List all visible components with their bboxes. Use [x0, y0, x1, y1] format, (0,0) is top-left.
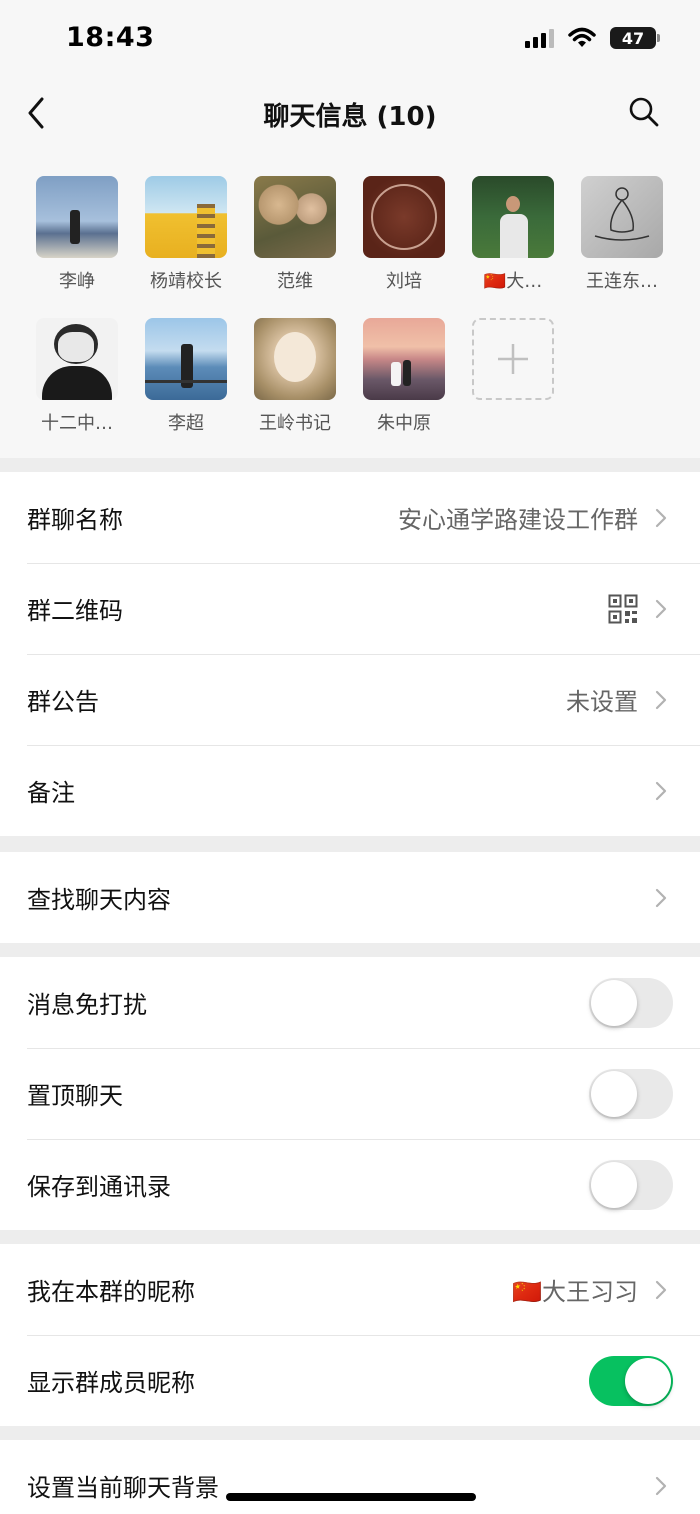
save-contacts-row: 保存到通讯录	[0, 1139, 700, 1230]
chevron-right-icon	[655, 599, 667, 618]
member-name: 刘培	[386, 271, 422, 292]
chevron-right-icon	[655, 508, 667, 527]
announcement-label: 群公告	[27, 688, 99, 716]
chevron-right-icon	[655, 888, 667, 907]
member-item[interactable]: 王岭书记	[245, 318, 345, 435]
member-item[interactable]: 李超	[136, 318, 236, 435]
search-section: 查找聊天内容	[0, 852, 700, 943]
member-avatar[interactable]	[36, 176, 118, 258]
show-nicknames-label: 显示群成员昵称	[27, 1369, 195, 1397]
toggle-knob	[625, 1357, 671, 1404]
member-name: 李超	[168, 413, 204, 434]
member-item[interactable]: 刘培	[354, 176, 454, 293]
battery-level: 47	[621, 28, 645, 48]
my-nickname-value: 🇨🇳大王习习	[512, 1278, 638, 1306]
member-item[interactable]: 朱中原	[354, 318, 454, 435]
search-icon[interactable]	[628, 96, 660, 128]
show-nicknames-toggle[interactable]	[589, 1355, 673, 1406]
pin-label: 置顶聊天	[27, 1082, 123, 1110]
member-name: 李峥	[59, 271, 95, 292]
chevron-right-icon	[655, 690, 667, 709]
member-avatar[interactable]	[581, 176, 663, 258]
status-icons: 47	[525, 26, 660, 50]
save-contacts-label: 保存到通讯录	[27, 1173, 171, 1201]
pin-row: 置顶聊天	[0, 1048, 700, 1139]
chevron-right-icon	[655, 1476, 667, 1495]
member-name: 🇨🇳大…	[483, 271, 543, 292]
status-time: 18:43	[66, 22, 155, 53]
mute-label: 消息免打扰	[27, 991, 147, 1019]
group-info-section: 群聊名称 安心通学路建设工作群 群二维码 群公告 未设置 备注	[0, 472, 700, 836]
announcement-row[interactable]: 群公告 未设置	[0, 654, 700, 745]
mute-toggle[interactable]	[589, 977, 673, 1028]
member-name: 十二中…	[41, 413, 113, 434]
cellular-signal-icon	[525, 28, 554, 48]
member-item[interactable]: 王连东…	[572, 176, 672, 293]
toggle-knob	[591, 979, 637, 1026]
member-item[interactable]: 十二中…	[27, 318, 127, 435]
group-name-value: 安心通学路建设工作群	[398, 506, 638, 534]
announcement-value: 未设置	[566, 688, 638, 716]
member-avatar[interactable]	[472, 176, 554, 258]
remark-label: 备注	[27, 779, 75, 807]
group-name-row[interactable]: 群聊名称 安心通学路建设工作群	[0, 472, 700, 563]
home-indicator	[226, 1493, 476, 1501]
qr-code-icon	[608, 594, 638, 623]
member-avatar[interactable]	[363, 318, 445, 400]
mute-row: 消息免打扰	[0, 957, 700, 1048]
remark-row[interactable]: 备注	[0, 745, 700, 836]
member-name: 王连东…	[586, 271, 658, 292]
nickname-section: 我在本群的昵称 🇨🇳大王习习 显示群成员昵称	[0, 1244, 700, 1426]
member-avatar[interactable]	[254, 176, 336, 258]
member-item[interactable]: 🇨🇳大…	[463, 176, 563, 293]
member-avatar[interactable]	[145, 318, 227, 400]
search-history-row[interactable]: 查找聊天内容	[0, 852, 700, 943]
qr-code-label: 群二维码	[27, 597, 123, 625]
member-name: 王岭书记	[259, 413, 331, 434]
chevron-right-icon	[655, 781, 667, 800]
toggle-knob	[591, 1161, 637, 1208]
my-nickname-row[interactable]: 我在本群的昵称 🇨🇳大王习习	[0, 1244, 700, 1335]
chevron-right-icon	[655, 1280, 667, 1299]
member-item[interactable]: 李峥	[27, 176, 127, 293]
member-item[interactable]: 杨靖校长	[136, 176, 236, 293]
member-item[interactable]: 范维	[245, 176, 345, 293]
wifi-icon	[568, 27, 596, 47]
member-name: 杨靖校长	[150, 271, 222, 292]
member-avatar[interactable]	[145, 176, 227, 258]
background-section: 设置当前聊天背景	[0, 1440, 700, 1514]
group-name-label: 群聊名称	[27, 506, 123, 534]
battery-icon: 47	[610, 27, 660, 49]
my-nickname-label: 我在本群的昵称	[27, 1278, 195, 1306]
member-avatar[interactable]	[363, 176, 445, 258]
plus-icon	[498, 344, 528, 374]
save-contacts-toggle[interactable]	[589, 1159, 673, 1210]
search-history-label: 查找聊天内容	[27, 886, 171, 914]
page-title: 聊天信息 (10)	[263, 102, 437, 132]
pin-toggle[interactable]	[589, 1068, 673, 1119]
member-avatar[interactable]	[254, 318, 336, 400]
member-name: 朱中原	[377, 413, 431, 434]
toggle-knob	[591, 1070, 637, 1117]
background-row[interactable]: 设置当前聊天背景	[0, 1440, 700, 1514]
show-nicknames-row: 显示群成员昵称	[0, 1335, 700, 1426]
qr-code-row[interactable]: 群二维码	[0, 563, 700, 654]
member-avatar[interactable]	[36, 318, 118, 400]
member-name: 范维	[277, 271, 313, 292]
add-member-button[interactable]	[463, 318, 563, 400]
members-section: 18:43 47 聊天信息 (10) 李峥 杨靖校长 范维 刘培 🇨🇳大… 王连…	[0, 0, 700, 458]
add-member-box[interactable]	[472, 318, 554, 400]
toggles-section: 消息免打扰 置顶聊天 保存到通讯录	[0, 957, 700, 1230]
